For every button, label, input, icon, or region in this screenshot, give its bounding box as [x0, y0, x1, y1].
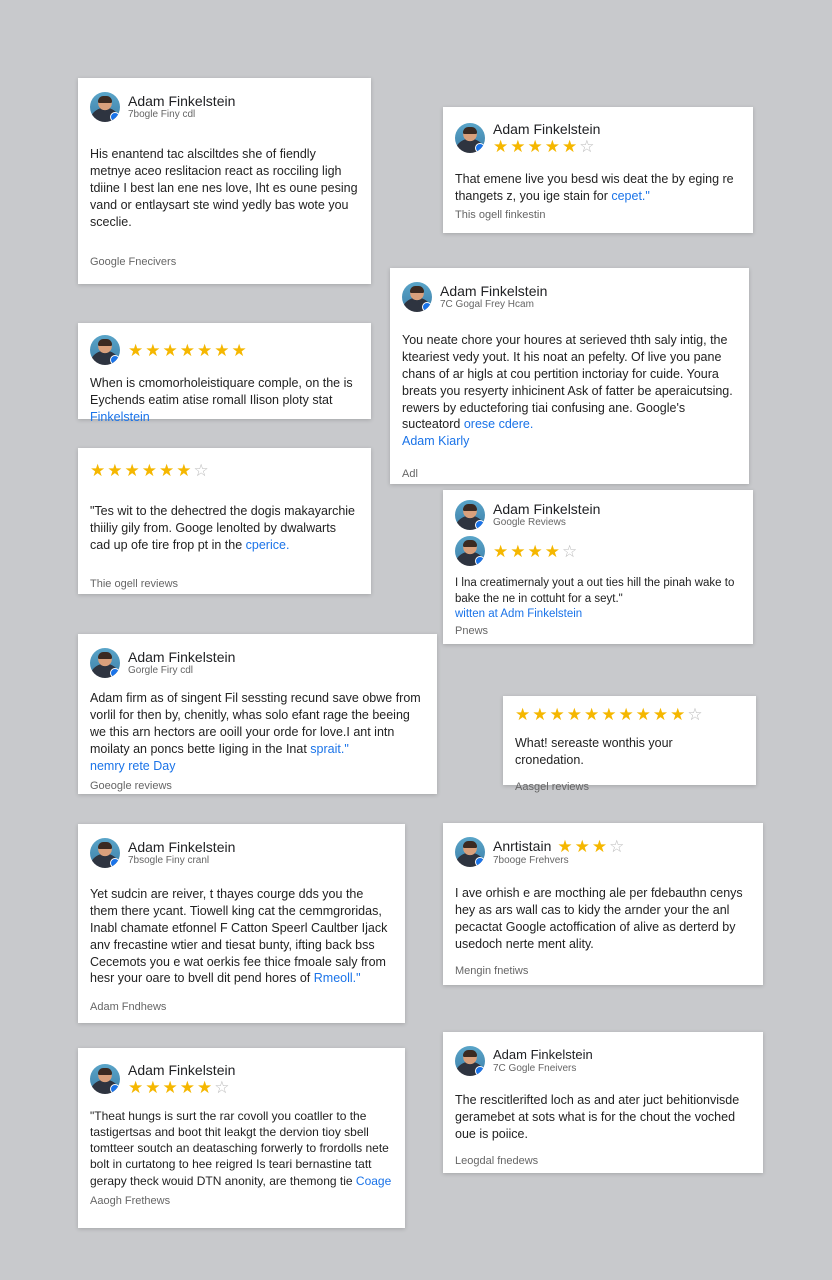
review-card: ★★★★★★★ When is cmomorholeistiquare comp…: [78, 323, 371, 424]
review-footer: Pnews: [455, 624, 489, 637]
review-card: ★★★★★★☆ "Tes wit to the dehectred the do…: [78, 448, 371, 594]
star-rating: ★★★★☆: [493, 541, 580, 561]
review-link[interactable]: Coage: [356, 1174, 391, 1188]
avatar: [455, 837, 485, 867]
review-source: 7booge Frehvers: [493, 854, 569, 866]
review-card: ★★★★★★★★★★☆ What! sereaste wonthis your …: [503, 696, 756, 793]
review-text: "Tes wit to the dehectred the dogis maka…: [90, 504, 355, 552]
review-footer: Aaogh Frethews: [90, 1194, 171, 1207]
avatar: [455, 1046, 485, 1076]
review-card: Adam Finkelstein 7C Gogal Frey Hcam You …: [390, 268, 749, 484]
review-link[interactable]: Finkelstein: [90, 410, 150, 424]
reviewer-name[interactable]: Adam Finkelstein: [493, 1047, 593, 1063]
avatar: [455, 122, 485, 153]
review-link[interactable]: Rmeoll.": [314, 971, 361, 985]
reviewer-name[interactable]: Adam Finkelstein: [493, 121, 600, 138]
star-rating: ★★★★★★☆: [90, 461, 211, 480]
review-card: Adam Finkelstein Gorgle Firy cdl Adam fi…: [78, 634, 437, 794]
review-text: Yet sudcin are reiver, t thayes courge d…: [90, 887, 388, 986]
review-footer: Aasgel reviews: [515, 780, 589, 793]
avatar: [90, 648, 120, 678]
avatar: [90, 838, 120, 868]
review-author-link[interactable]: nemry rete Day: [90, 759, 175, 773]
review-text: I lna creatimernaly yout a out ties hill…: [455, 577, 735, 621]
review-footer: Adam Fndhews: [90, 1001, 167, 1014]
review-source: Gorgle Firy cdl: [128, 665, 194, 677]
avatar: [455, 500, 485, 530]
reviewer-name[interactable]: Anrtistain: [493, 838, 551, 855]
review-card: Adam Finkelstein 7C Gogle Fneivers The r…: [443, 1032, 763, 1173]
avatar: [90, 1063, 120, 1094]
review-text: That emene live you besd wis deat the by…: [455, 171, 734, 203]
review-source: Google Reviews: [493, 517, 566, 529]
review-card: Adam Finkelstein ★★★★★☆ That emene live …: [443, 107, 753, 233]
review-card: Adam Finkelstein 7bsogle Finy cranl Yet …: [78, 824, 405, 1023]
star-rating: ★★★★★★★★★★☆: [515, 705, 705, 724]
review-source: 7C Gogal Frey Hcam: [440, 299, 534, 311]
review-text: You neate chore your houres at serieved …: [402, 333, 733, 449]
review-text: Adam firm as of singent Fil sessting rec…: [90, 691, 421, 773]
star-rating: ★★★★★☆: [493, 136, 597, 156]
review-link[interactable]: cperice.: [246, 538, 290, 552]
avatar: [455, 536, 485, 566]
review-card: Adam Finkelstein 7bogle Finy cdl His ena…: [78, 78, 371, 284]
review-link[interactable]: cepet.": [611, 189, 650, 203]
star-rating: ★★★☆: [557, 836, 627, 856]
review-footer: Mengin fnetiws: [455, 964, 529, 977]
review-card: Adam Finkelstein Google Reviews ★★★★☆ I …: [443, 490, 753, 644]
review-footer: Thie ogell reviews: [90, 577, 179, 590]
review-text: "Theat hungs is surt the rar covoll you …: [90, 1108, 392, 1188]
review-source: 7C Gogle Fneivers: [493, 1062, 577, 1074]
reviewer-name[interactable]: Adam Finkelstein: [128, 839, 235, 856]
reviewer-name[interactable]: Adam Finkelstein: [128, 93, 235, 110]
avatar: [90, 92, 120, 122]
review-source: 7bsogle Finy cranl: [128, 855, 210, 867]
review-author-link[interactable]: witten at Adm Finkelstein: [455, 608, 582, 620]
reviewer-name[interactable]: Adam Finkelstein: [128, 649, 235, 666]
review-text: I ave orhish e are mocthing ale per fdeb…: [455, 886, 743, 951]
star-rating: ★★★★★☆: [128, 1077, 232, 1097]
review-text: The rescitlerifted loch as and ater juct…: [455, 1093, 740, 1141]
star-rating: ★★★★★★★: [128, 340, 249, 360]
review-link[interactable]: sprait.": [310, 742, 348, 756]
avatar: [402, 282, 432, 312]
review-card: Adam Finkelstein ★★★★★☆ "Theat hungs is …: [78, 1048, 405, 1228]
review-footer: Adl: [402, 468, 418, 481]
reviewer-name[interactable]: Adam Finkelstein: [440, 283, 547, 300]
reviewer-name[interactable]: Adam Finkelstein: [128, 1062, 235, 1079]
review-footer: Google Fnecivers: [90, 256, 177, 269]
review-footer: This ogell finkestin: [455, 208, 546, 221]
review-card: Anrtistain ★★★☆ 7booge Frehvers I ave or…: [443, 823, 763, 985]
review-text: When is cmomorholeistiquare comple, on t…: [90, 376, 353, 424]
review-footer: Goeogle reviews: [90, 780, 172, 793]
review-text: What! sereaste wonthis your cronedation.: [515, 736, 673, 767]
review-link[interactable]: orese cdere.: [464, 417, 533, 431]
reviewer-name[interactable]: Adam Finkelstein: [493, 501, 600, 518]
review-text: His enantend tac alsciltdes she of fiend…: [90, 147, 358, 229]
review-source: 7bogle Finy cdl: [128, 109, 196, 121]
review-author-link[interactable]: Adam Kiarly: [402, 434, 469, 448]
avatar: [90, 335, 120, 365]
review-footer: Leogdal fnedews: [455, 1154, 539, 1167]
